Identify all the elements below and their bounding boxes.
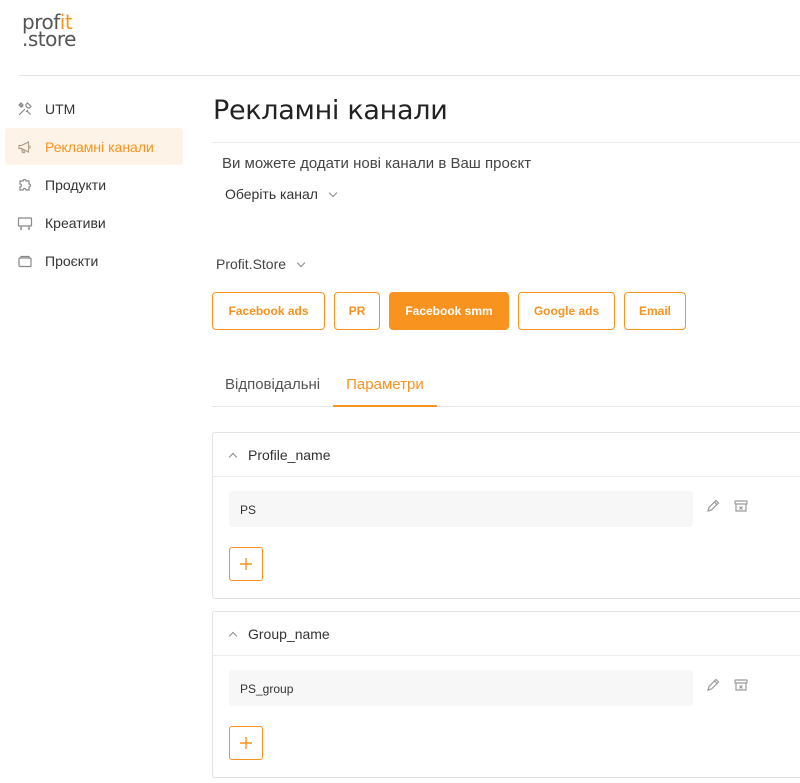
- param-panel-header[interactable]: Group_name: [213, 612, 800, 655]
- chevron-down-icon: [328, 188, 338, 197]
- channel-chip-google-ads[interactable]: Google ads: [518, 292, 615, 330]
- tab-responsible[interactable]: Відповідальні: [212, 369, 333, 407]
- add-value-button[interactable]: [229, 547, 263, 581]
- page-title: Рекламні канали: [213, 95, 448, 126]
- row-actions: [705, 677, 761, 693]
- param-panel-header[interactable]: Profile_name: [213, 433, 800, 476]
- channel-select[interactable]: Оберіть канал: [225, 186, 338, 202]
- channel-chip-facebook-ads[interactable]: Facebook ads: [212, 292, 325, 330]
- chevron-down-icon: [296, 258, 306, 267]
- channel-chip-pr[interactable]: PR: [334, 292, 380, 330]
- sidebar-item-ad-channels[interactable]: Рекламні канали: [5, 128, 183, 165]
- page-subtitle: Ви можете додати нові канали в Ваш проєк…: [222, 155, 532, 172]
- chevron-up-icon: [228, 631, 238, 640]
- param-panel-group-name: Group_name PS_group: [212, 611, 800, 778]
- sidebar-item-utm[interactable]: UTM: [5, 90, 183, 127]
- sidebar: UTM Рекламні канали Продукти Креативи Пр…: [5, 90, 183, 280]
- sidebar-item-products[interactable]: Продукти: [5, 166, 183, 203]
- tabs: Відповідальні Параметри: [212, 369, 800, 407]
- project-select[interactable]: Profit.Store: [216, 256, 306, 272]
- channel-chip-email[interactable]: Email: [624, 292, 686, 330]
- edit-pencil-icon[interactable]: [705, 498, 721, 514]
- puzzle-icon: [17, 177, 33, 193]
- sidebar-item-projects[interactable]: Проєкти: [5, 242, 183, 279]
- add-value-button[interactable]: [229, 726, 263, 760]
- sidebar-item-creatives[interactable]: Креативи: [5, 204, 183, 241]
- sidebar-item-label: Проєкти: [45, 252, 99, 269]
- billboard-icon: [17, 215, 33, 231]
- archive-icon[interactable]: [733, 498, 749, 514]
- chevron-up-icon: [228, 452, 238, 461]
- param-name: Group_name: [248, 625, 330, 642]
- row-actions: [705, 498, 761, 514]
- channel-chip-facebook-smm[interactable]: Facebook smm: [389, 292, 509, 330]
- main-content: Рекламні канали Ви можете додати нові ка…: [192, 76, 800, 783]
- param-value: PS: [229, 491, 693, 527]
- channel-select-label: Оберіть канал: [225, 186, 318, 202]
- edit-pencil-icon[interactable]: [705, 677, 721, 693]
- sidebar-item-label: Креативи: [45, 214, 106, 231]
- param-value-row: PS_group: [213, 656, 800, 706]
- tab-parameters[interactable]: Параметри: [333, 369, 437, 407]
- channel-chips: Facebook ads PR Facebook smm Google ads …: [212, 292, 695, 330]
- sidebar-item-label: Продукти: [45, 176, 107, 193]
- logo-text-domain: .store: [22, 27, 76, 51]
- archive-icon[interactable]: [733, 677, 749, 693]
- title-divider: [212, 142, 800, 143]
- project-select-label: Profit.Store: [216, 256, 287, 272]
- sidebar-item-label: UTM: [45, 100, 76, 117]
- folder-icon: [17, 253, 33, 269]
- tools-icon: [17, 101, 33, 117]
- plus-icon: [240, 737, 252, 749]
- plus-icon: [240, 558, 252, 570]
- param-value: PS_group: [229, 670, 693, 706]
- megaphone-icon: [17, 139, 33, 155]
- param-name: Profile_name: [248, 446, 331, 463]
- param-panel-profile-name: Profile_name PS: [212, 432, 800, 599]
- logo[interactable]: profit .store: [22, 12, 76, 51]
- param-value-row: PS: [213, 477, 800, 527]
- sidebar-item-label: Рекламні канали: [45, 138, 154, 155]
